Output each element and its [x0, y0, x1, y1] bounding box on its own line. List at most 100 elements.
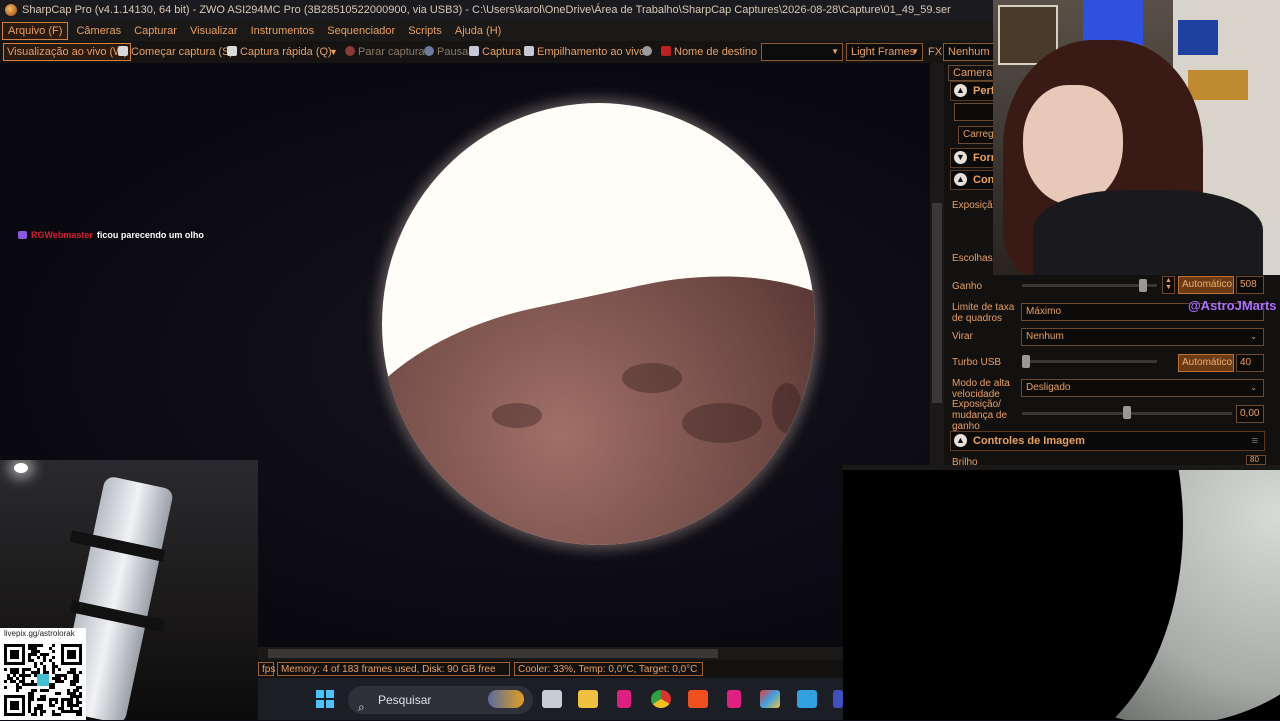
qr-module: [16, 689, 19, 692]
qr-module: [67, 698, 70, 701]
qr-module: [31, 713, 34, 716]
high-speed-mode-select[interactable]: Desligado ⌄: [1021, 379, 1264, 397]
usb-turbo-slider-handle[interactable]: [1022, 355, 1030, 368]
chevron-down-icon: ⌄: [1250, 332, 1257, 341]
qr-module: [34, 650, 37, 653]
qr-module: [58, 713, 61, 716]
status-cooler: Cooler: 33%, Temp: 0,0°C, Target: 0,0°C: [514, 662, 703, 676]
app-blue-icon[interactable]: [833, 690, 843, 708]
high-speed-mode-label: Modo de alta velocidade: [952, 378, 1010, 400]
menu-sequenciador[interactable]: Sequenciador: [322, 21, 400, 41]
qr-module: [4, 686, 7, 689]
chat-text: ficou parecendo um olho: [96, 230, 204, 240]
pause-button[interactable]: Pausa: [424, 41, 468, 63]
menu-visualizar[interactable]: Visualizar: [185, 21, 243, 41]
qr-module: [67, 710, 70, 713]
qr-module: [76, 677, 79, 680]
qr-module: [52, 683, 55, 686]
chrome-icon[interactable]: [651, 690, 671, 708]
qr-module: [37, 650, 40, 653]
fx-select[interactable]: Nenhum: [943, 43, 995, 61]
qr-module: [73, 695, 76, 698]
qr-module: [37, 671, 40, 674]
moon-terminator-shadow: [883, 465, 1183, 720]
qr-module: [34, 647, 37, 650]
menu-capturar[interactable]: Capturar: [129, 21, 182, 41]
stop-capture-button[interactable]: Parar captura: [345, 41, 425, 63]
chevron-up-icon: ▲: [954, 173, 967, 186]
menu-icon[interactable]: ≡: [1252, 432, 1258, 450]
gain-label: Ganho: [952, 281, 983, 292]
exposure-gain-change-slider-handle[interactable]: [1123, 406, 1131, 419]
moon-crater: [492, 403, 542, 428]
qr-module: [49, 704, 52, 707]
qr-module: [25, 683, 28, 686]
scrollbar-thumb[interactable]: [268, 649, 718, 658]
qr-module: [76, 680, 79, 683]
file-explorer-icon[interactable]: [578, 690, 598, 708]
usb-turbo-auto-button[interactable]: Automático: [1178, 354, 1234, 372]
snapshot-button[interactable]: Captura: [469, 41, 521, 63]
load-profile-label: Carreg: [963, 129, 994, 140]
photos-icon[interactable]: [797, 690, 817, 708]
scrollbar-thumb[interactable]: [932, 203, 942, 403]
qr-module: [52, 710, 55, 713]
app-pink-icon[interactable]: [617, 690, 631, 708]
chevron-down-icon: ▼: [911, 47, 919, 56]
qr-module: [43, 671, 46, 674]
chevron-down-icon: ▼: [954, 151, 967, 164]
menu-arquivo[interactable]: Arquivo (F): [2, 22, 69, 40]
app-pink-icon[interactable]: [727, 690, 741, 708]
gain-stepper[interactable]: ▲ ▼: [1162, 276, 1175, 294]
search-highlight-icon[interactable]: [488, 690, 524, 708]
qr-module: [52, 665, 55, 668]
quick-capture-button[interactable]: Captura rápida (Q): [227, 41, 332, 63]
frame-type-select[interactable]: Light Frames ▼: [846, 43, 923, 61]
windows-start-icon[interactable]: [316, 690, 334, 708]
quick-capture-dropdown-icon[interactable]: ▼: [329, 41, 338, 63]
exposure-gain-change-value[interactable]: 0,00: [1236, 405, 1264, 423]
qr-module: [10, 680, 13, 683]
qr-module: [64, 674, 67, 677]
qr-module: [34, 707, 37, 710]
usb-turbo-value[interactable]: 40: [1236, 354, 1264, 372]
qr-module: [79, 710, 82, 713]
menu-cameras[interactable]: Câmeras: [71, 21, 126, 41]
menu-instrumentos[interactable]: Instrumentos: [246, 21, 320, 41]
menu-scripts[interactable]: Scripts: [403, 21, 447, 41]
live-stack-button[interactable]: Empilhamento ao vivo: [524, 41, 645, 63]
sharpcap-app-icon: [5, 4, 17, 16]
horizontal-scrollbar[interactable]: [258, 647, 843, 660]
qr-module: [70, 701, 73, 704]
shelf-items: [1188, 70, 1248, 100]
chevron-down-icon: ▼: [831, 47, 839, 56]
qr-module: [61, 698, 64, 701]
qr-module: [52, 668, 55, 671]
gain-slider-handle[interactable]: [1138, 279, 1147, 292]
flip-select[interactable]: Nenhum ⌄: [1021, 328, 1264, 346]
gain-auto-button[interactable]: Automático: [1178, 276, 1234, 294]
gain-value[interactable]: 508: [1236, 276, 1264, 294]
target-name-input[interactable]: ▼: [761, 43, 843, 61]
start-capture-button[interactable]: Começar captura (S): [118, 41, 233, 63]
brave-icon[interactable]: [688, 690, 708, 708]
qr-module: [73, 704, 76, 707]
moon-image: [382, 103, 815, 545]
qr-module: [19, 674, 22, 677]
qr-module: [70, 695, 73, 698]
app-grid-icon[interactable]: [760, 690, 780, 708]
qr-module: [70, 668, 73, 671]
task-view-icon[interactable]: [542, 690, 562, 708]
qr-module: [31, 683, 34, 686]
usb-turbo-slider[interactable]: [1022, 360, 1157, 363]
live-view-button[interactable]: Visualização ao vivo (W): [3, 43, 132, 61]
person-face: [1023, 85, 1123, 205]
brightness-value[interactable]: 80: [1246, 455, 1266, 465]
menu-ajuda[interactable]: Ajuda (H): [450, 21, 506, 41]
gain-slider[interactable]: [1022, 284, 1157, 287]
window-title-bar: SharpCap Pro (v4.1.14130, 64 bit) - ZWO …: [0, 0, 995, 21]
qr-module: [61, 701, 64, 704]
qr-module: [64, 698, 67, 701]
qr-module: [79, 686, 82, 689]
section-image-controls[interactable]: ▲ Controles de Imagem ≡: [950, 431, 1265, 451]
